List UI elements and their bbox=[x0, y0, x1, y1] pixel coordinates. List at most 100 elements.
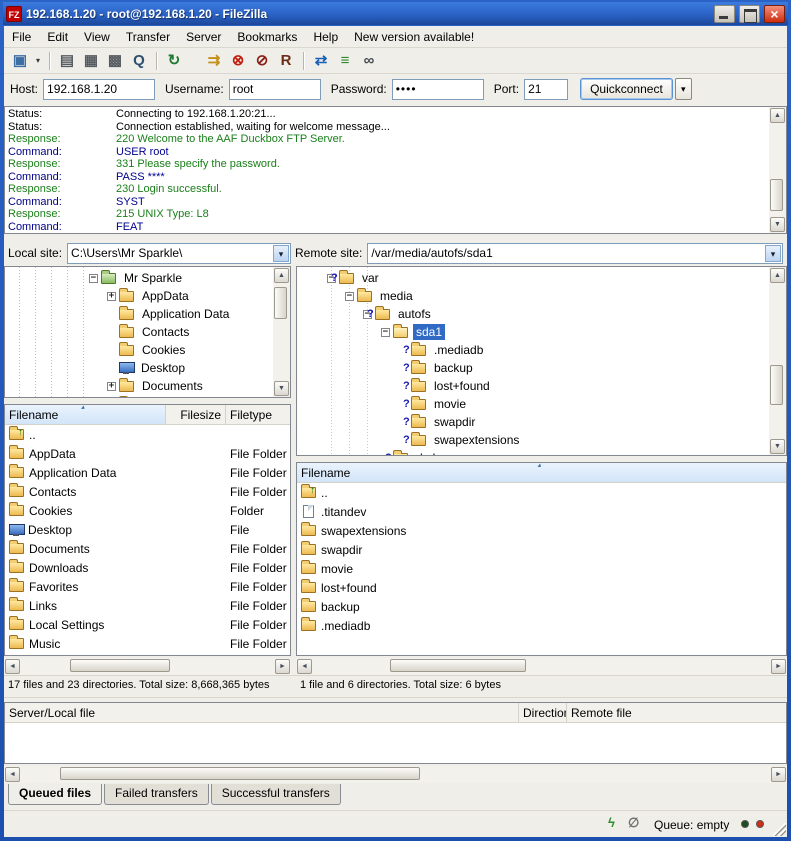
password-input[interactable] bbox=[392, 79, 484, 100]
menu-server[interactable]: Server bbox=[178, 27, 229, 47]
tree-item-contacts[interactable]: +Contacts bbox=[5, 323, 273, 341]
scroll-left-icon[interactable] bbox=[297, 659, 312, 674]
tree-item-dvd[interactable]: +dvd bbox=[297, 449, 769, 455]
username-input[interactable] bbox=[229, 79, 321, 100]
scroll-right-icon[interactable] bbox=[771, 659, 786, 674]
tree-item-downloads[interactable]: +Downloads bbox=[5, 395, 273, 397]
refresh-icon[interactable]: ↻ bbox=[162, 50, 186, 72]
combo-dropdown-icon[interactable] bbox=[273, 245, 289, 262]
column-header-remote-file[interactable]: Remote file bbox=[567, 703, 786, 722]
scroll-thumb[interactable] bbox=[70, 659, 170, 672]
scroll-thumb[interactable] bbox=[60, 767, 420, 780]
file-row-documents[interactable]: DocumentsFile Folder bbox=[5, 539, 290, 558]
column-header-server-local-file[interactable]: Server/Local file bbox=[5, 703, 519, 722]
scroll-right-icon[interactable] bbox=[275, 659, 290, 674]
file-row-movie[interactable]: movie bbox=[297, 559, 786, 578]
file-row-local-settings[interactable]: Local SettingsFile Folder bbox=[5, 615, 290, 634]
expand-icon[interactable]: + bbox=[107, 292, 116, 301]
speed-limit-icon[interactable]: ϟ bbox=[608, 815, 615, 830]
scroll-left-icon[interactable] bbox=[5, 659, 20, 674]
cancel-operation-icon[interactable]: ⊗ bbox=[226, 50, 250, 72]
file-row-music[interactable]: MusicFile Folder bbox=[5, 634, 290, 653]
maximize-button[interactable] bbox=[739, 5, 760, 23]
titlebar[interactable]: FZ 192.168.1.20 - root@192.168.1.20 - Fi… bbox=[3, 2, 788, 25]
local-treeview-toggle-icon[interactable]: ▦ bbox=[79, 50, 103, 72]
quickconnect-dropdown-icon[interactable] bbox=[675, 78, 692, 100]
tree-item-movie[interactable]: +movie bbox=[297, 395, 769, 413]
tree-item-mediadb[interactable]: +.mediadb bbox=[297, 341, 769, 359]
site-manager-icon[interactable]: ▣ bbox=[8, 50, 32, 72]
scroll-thumb[interactable] bbox=[390, 659, 526, 672]
menu-new-version-notice[interactable]: New version available! bbox=[346, 27, 482, 47]
collapse-icon[interactable]: − bbox=[89, 274, 98, 283]
resize-grip[interactable] bbox=[773, 823, 786, 836]
collapse-icon[interactable]: − bbox=[345, 292, 354, 301]
file-row-desktop[interactable]: DesktopFile bbox=[5, 520, 290, 539]
local-list-hscrollbar[interactable] bbox=[4, 658, 291, 675]
file-row-parent-dir[interactable]: .. bbox=[297, 483, 786, 502]
log-scrollbar[interactable] bbox=[769, 107, 786, 233]
message-log-toggle-icon[interactable]: ▤ bbox=[55, 50, 79, 72]
file-row-titandev[interactable]: .titandev bbox=[297, 502, 786, 521]
synchronized-browsing-icon[interactable]: ≡ bbox=[333, 50, 357, 72]
process-queue-icon[interactable]: ⇉ bbox=[202, 50, 226, 72]
column-header-direction[interactable]: Direction bbox=[519, 703, 567, 722]
menu-edit[interactable]: Edit bbox=[39, 27, 76, 47]
reconnect-icon[interactable]: R bbox=[274, 50, 298, 72]
column-header-filesize[interactable]: Filesize bbox=[166, 405, 226, 424]
scroll-left-icon[interactable] bbox=[5, 767, 20, 782]
remote-site-combo[interactable]: /var/media/autofs/sda1 bbox=[367, 243, 783, 264]
scroll-down-icon[interactable] bbox=[770, 217, 785, 232]
disconnect-icon[interactable]: ⊘ bbox=[250, 50, 274, 72]
menu-help[interactable]: Help bbox=[305, 27, 346, 47]
quickconnect-button[interactable]: Quickconnect bbox=[580, 78, 673, 100]
remote-list-hscrollbar[interactable] bbox=[296, 658, 787, 675]
local-tree-scrollbar[interactable] bbox=[273, 267, 290, 397]
remote-treeview-toggle-icon[interactable]: ▩ bbox=[103, 50, 127, 72]
file-row-lost-found[interactable]: lost+found bbox=[297, 578, 786, 597]
host-input[interactable] bbox=[43, 79, 155, 100]
scroll-up-icon[interactable] bbox=[274, 268, 289, 283]
tree-item-lost-found[interactable]: +lost+found bbox=[297, 377, 769, 395]
tree-item-var[interactable]: −var bbox=[297, 269, 769, 287]
file-row-swapextensions[interactable]: swapextensions bbox=[297, 521, 786, 540]
local-site-combo[interactable]: C:\Users\Mr Sparkle\ bbox=[67, 243, 291, 264]
minimize-button[interactable] bbox=[714, 5, 735, 23]
tree-item-swapextensions[interactable]: +swapextensions bbox=[297, 431, 769, 449]
tree-item-documents[interactable]: +Documents bbox=[5, 377, 273, 395]
tab-failed-transfers[interactable]: Failed transfers bbox=[104, 784, 209, 805]
filter-icon[interactable]: ∅ bbox=[628, 815, 639, 831]
file-row-links[interactable]: LinksFile Folder bbox=[5, 596, 290, 615]
scroll-thumb[interactable] bbox=[274, 287, 287, 319]
scroll-thumb[interactable] bbox=[770, 365, 783, 405]
file-row-downloads[interactable]: DownloadsFile Folder bbox=[5, 558, 290, 577]
transfer-queue-toggle-icon[interactable]: Q bbox=[127, 50, 151, 72]
scroll-thumb[interactable] bbox=[770, 179, 783, 211]
menu-file[interactable]: File bbox=[4, 27, 39, 47]
close-button[interactable] bbox=[764, 5, 785, 23]
tree-item-backup[interactable]: +backup bbox=[297, 359, 769, 377]
file-row-favorites[interactable]: FavoritesFile Folder bbox=[5, 577, 290, 596]
queue-hscrollbar[interactable] bbox=[4, 766, 787, 783]
column-header-filetype[interactable]: Filetype bbox=[226, 405, 290, 424]
tab-successful-transfers[interactable]: Successful transfers bbox=[211, 784, 341, 805]
column-header-filename[interactable]: Filename bbox=[297, 463, 786, 482]
tree-item-mr-sparkle[interactable]: −Mr Sparkle bbox=[5, 269, 273, 287]
tree-item-cookies[interactable]: +Cookies bbox=[5, 341, 273, 359]
scroll-up-icon[interactable] bbox=[770, 108, 785, 123]
tab-queued-files[interactable]: Queued files bbox=[8, 784, 102, 805]
menu-bookmarks[interactable]: Bookmarks bbox=[229, 27, 305, 47]
remote-tree-scrollbar[interactable] bbox=[769, 267, 786, 455]
directory-comparison-icon[interactable]: ⇄ bbox=[309, 50, 333, 72]
find-files-icon[interactable]: ∞ bbox=[357, 50, 381, 72]
file-row-parent-dir[interactable]: .. bbox=[5, 425, 290, 444]
scroll-down-icon[interactable] bbox=[770, 439, 785, 454]
file-row-swapdir[interactable]: swapdir bbox=[297, 540, 786, 559]
column-header-filename[interactable]: Filename bbox=[5, 405, 166, 424]
port-input[interactable] bbox=[524, 79, 568, 100]
file-row-cookies[interactable]: CookiesFolder bbox=[5, 501, 290, 520]
tree-item-appdata[interactable]: +AppData bbox=[5, 287, 273, 305]
combo-dropdown-icon[interactable] bbox=[765, 245, 781, 262]
tree-item-sda1[interactable]: −sda1 bbox=[297, 323, 769, 341]
tree-item-swapdir[interactable]: +swapdir bbox=[297, 413, 769, 431]
